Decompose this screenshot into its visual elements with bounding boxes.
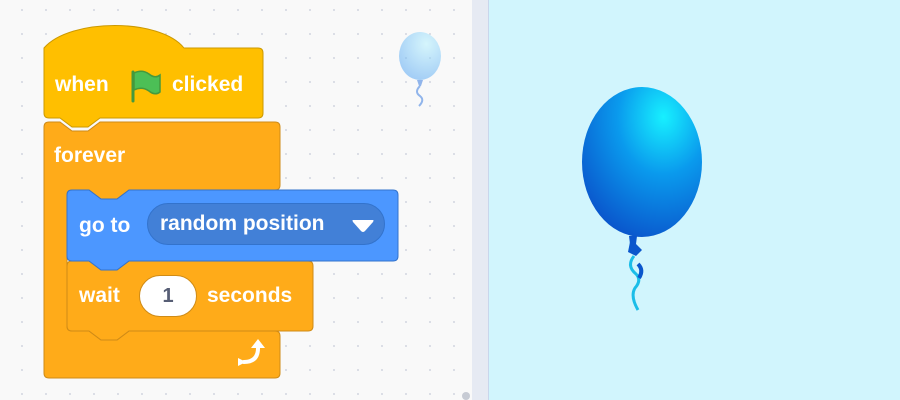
- forever-label: forever: [54, 144, 126, 167]
- hat-when-label: when: [55, 73, 109, 96]
- wait-seconds-input[interactable]: 1: [139, 275, 197, 317]
- panel-divider: [472, 0, 488, 400]
- balloon-icon: [399, 32, 441, 107]
- go-to-label: go to: [79, 214, 131, 237]
- wait-unit-label: seconds: [207, 284, 293, 307]
- position-dropdown-value: random position: [160, 212, 325, 235]
- triangle-down-icon: [352, 220, 374, 232]
- stage-balloon-sprite[interactable]: [576, 84, 708, 316]
- wait-label: wait: [79, 284, 120, 307]
- code-area[interactable]: when clicked forever go to random positi…: [0, 0, 472, 400]
- position-dropdown[interactable]: random position: [147, 203, 385, 245]
- horizontal-scrollbar[interactable]: [462, 392, 470, 400]
- hat-clicked-label: clicked: [172, 73, 244, 96]
